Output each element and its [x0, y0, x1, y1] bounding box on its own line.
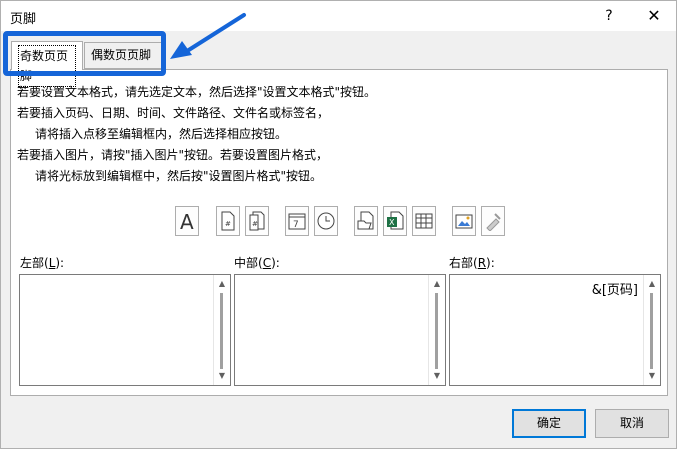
insert-date-button[interactable]: 7 — [285, 206, 309, 236]
insert-page-count-icon: # — [249, 211, 265, 231]
insert-toolbar: A # # 7 X — [11, 206, 667, 240]
instruction-line: 请将光标放到编辑框中，然后按"设置图片格式"按钮。 — [35, 169, 323, 183]
right-section-label: 右部(R): — [449, 254, 495, 271]
insert-time-icon — [317, 212, 335, 230]
scroll-thumb[interactable] — [220, 293, 223, 369]
insert-picture-button[interactable] — [452, 206, 476, 236]
svg-text:#: # — [252, 220, 258, 228]
instruction-line: 若要插入图片，请按"插入图片"按钮。若要设置图片格式， — [17, 148, 329, 162]
right-section-editbox[interactable]: &[页码] ▲ ▼ — [449, 274, 661, 386]
insert-picture-icon — [455, 214, 473, 229]
scroll-down-icon[interactable]: ▼ — [644, 369, 660, 383]
insert-file-name-icon: X — [387, 211, 404, 230]
insert-file-name-button[interactable]: X — [383, 206, 407, 236]
center-section-label-text: 中部( — [234, 256, 263, 270]
arrow-annotation-icon — [170, 13, 246, 59]
tab-odd-page-footer-label: 奇数页页脚 — [18, 45, 76, 87]
scroll-up-icon[interactable]: ▲ — [214, 277, 230, 291]
scroll-down-icon[interactable]: ▼ — [429, 369, 445, 383]
right-section-label-suffix: ): — [486, 256, 495, 270]
svg-text:#: # — [225, 220, 231, 228]
center-section-hotkey: C — [262, 256, 272, 270]
instruction-line: 若要插入页码、日期、时间、文件路径、文件名或标签名， — [17, 106, 330, 120]
insert-page-count-button[interactable]: # — [245, 206, 269, 236]
cancel-button[interactable]: 取消 — [595, 409, 669, 438]
left-section-scrollbar[interactable]: ▲ ▼ — [213, 275, 230, 385]
center-section-scrollbar[interactable]: ▲ ▼ — [428, 275, 445, 385]
insert-file-path-button[interactable] — [354, 206, 378, 236]
insert-sheet-name-button[interactable] — [412, 206, 436, 236]
left-section-label-suffix: ): — [55, 256, 65, 270]
right-section-content: &[页码] — [591, 283, 638, 298]
tab-odd-page-footer[interactable]: 奇数页页脚 — [11, 41, 83, 87]
close-button[interactable]: ✕ — [641, 5, 667, 27]
format-text-icon: A — [180, 211, 194, 231]
footer-dialog: 页脚 ? ✕ 奇数页页脚 偶数页页脚 若要设置文本格式，请先选定文本，然后选择"… — [0, 0, 677, 449]
right-section-hotkey: R — [477, 256, 487, 270]
scroll-up-icon[interactable]: ▲ — [644, 277, 660, 291]
instructions: 若要设置文本格式，请先选定文本，然后选择"设置文本格式"按钮。 若要插入页码、日… — [17, 82, 376, 187]
format-picture-icon — [486, 213, 501, 231]
insert-sheet-name-icon — [415, 213, 433, 229]
dialog-title: 页脚 — [10, 12, 37, 27]
ok-button[interactable]: 确定 — [512, 409, 586, 438]
title-bar: 页脚 ? ✕ — [1, 1, 676, 31]
insert-page-number-icon: # — [221, 211, 235, 231]
insert-page-number-button[interactable]: # — [216, 206, 240, 236]
scroll-down-icon[interactable]: ▼ — [214, 369, 230, 383]
instruction-line: 请将插入点移至编辑框内，然后选择相应按钮。 — [35, 127, 288, 141]
right-section-label-text: 右部( — [449, 256, 478, 270]
insert-time-button[interactable] — [314, 206, 338, 236]
insert-file-path-icon — [357, 211, 374, 230]
svg-text:X: X — [389, 218, 395, 227]
scroll-up-icon[interactable]: ▲ — [429, 277, 445, 291]
right-section-scrollbar[interactable]: ▲ ▼ — [643, 275, 660, 385]
left-section-label-text: 左部( — [20, 256, 49, 270]
tab-even-page-footer[interactable]: 偶数页页脚 — [84, 42, 162, 69]
scroll-thumb[interactable] — [435, 293, 438, 369]
left-section-editbox[interactable]: ▲ ▼ — [19, 274, 231, 386]
format-picture-button[interactable] — [481, 206, 505, 236]
left-section-label: 左部(L): — [20, 254, 64, 271]
tab-even-page-footer-label: 偶数页页脚 — [91, 48, 152, 62]
svg-text:7: 7 — [293, 220, 299, 230]
tab-content-panel: 若要设置文本格式，请先选定文本，然后选择"设置文本格式"按钮。 若要插入页码、日… — [10, 69, 668, 396]
help-button[interactable]: ? — [597, 5, 621, 27]
scroll-thumb[interactable] — [650, 293, 653, 369]
svg-text:A: A — [180, 211, 194, 231]
insert-date-icon: 7 — [288, 213, 306, 230]
center-section-label-suffix: ): — [271, 256, 280, 270]
format-text-button[interactable]: A — [175, 206, 199, 236]
center-section-editbox[interactable]: ▲ ▼ — [234, 274, 446, 386]
center-section-label: 中部(C): — [234, 254, 280, 271]
